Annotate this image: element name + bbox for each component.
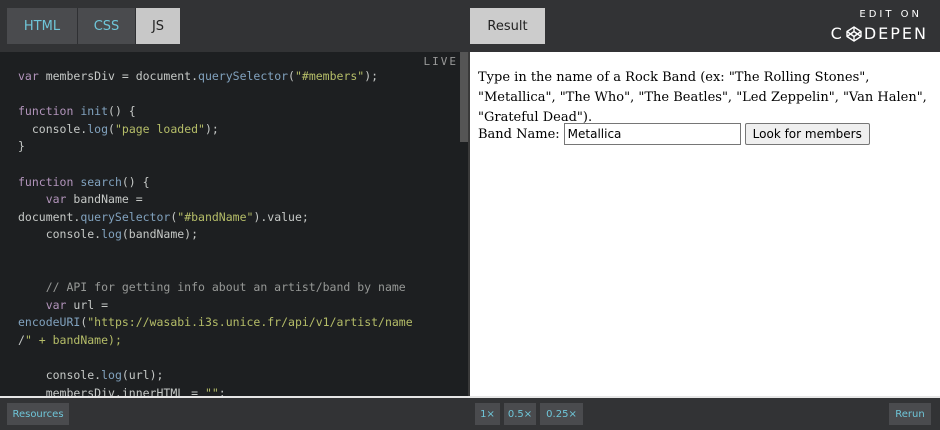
tab-result[interactable]: Result xyxy=(470,8,545,44)
bottom-bar: Resources 1× 0.5× 0.25× Rerun xyxy=(0,396,940,430)
zoom-0-5x-button[interactable]: 0.5× xyxy=(504,403,536,425)
tab-js[interactable]: JS xyxy=(136,8,180,44)
code-line[interactable]: ​ xyxy=(18,156,438,174)
code-line[interactable]: function search() { xyxy=(18,174,438,192)
code-line[interactable]: function init() { xyxy=(18,103,438,121)
code-line[interactable]: console.log(url); xyxy=(18,367,438,385)
result-pane: Type in the name of a Rock Band (ex: "Th… xyxy=(470,52,940,396)
band-name-input[interactable] xyxy=(563,123,741,145)
code-line[interactable]: } xyxy=(18,138,438,156)
codepen-logo-left: C xyxy=(830,24,844,43)
code-line[interactable]: console.log("page loaded"); xyxy=(18,121,438,139)
js-code-editor[interactable]: LIVE var membersDiv = document.querySele… xyxy=(0,52,468,396)
band-search-row: Band Name: Look for members xyxy=(478,123,870,145)
live-indicator: LIVE xyxy=(421,54,460,69)
code-line[interactable]: membersDiv.innerHTML = ""; xyxy=(18,385,438,396)
code-line[interactable]: encodeURI("https://wasabi.i3s.unice.fr/a… xyxy=(18,314,438,332)
code-line[interactable]: var url = xyxy=(18,297,438,315)
editor-scrollbar[interactable] xyxy=(460,52,468,142)
code-content[interactable]: var membersDiv = document.querySelector(… xyxy=(18,68,438,396)
code-line[interactable]: // API for getting info about an artist/… xyxy=(18,279,438,297)
tab-html[interactable]: HTML xyxy=(7,8,78,44)
code-line[interactable]: ​ xyxy=(18,350,438,368)
top-bar: HTML CSS JS Result EDIT ON C DEPEN xyxy=(0,0,940,52)
tab-css[interactable]: CSS xyxy=(78,8,136,44)
zoom-0-25x-button[interactable]: 0.25× xyxy=(540,403,583,425)
code-line[interactable]: ​ xyxy=(18,86,438,104)
code-line[interactable]: /" + bandName); xyxy=(18,332,438,350)
rerun-button[interactable]: Rerun xyxy=(889,403,931,425)
band-name-label: Band Name: xyxy=(478,126,560,142)
code-line[interactable]: var bandName = xyxy=(18,191,438,209)
zoom-1x-button[interactable]: 1× xyxy=(475,403,500,425)
code-line[interactable]: document.querySelector("#bandName").valu… xyxy=(18,209,438,227)
code-line[interactable]: console.log(bandName); xyxy=(18,226,438,244)
code-line[interactable]: var membersDiv = document.querySelector(… xyxy=(18,68,438,86)
codepen-logo-right: DEPEN xyxy=(863,24,928,43)
edit-on-codepen-link[interactable]: EDIT ON C DEPEN xyxy=(831,8,930,44)
editor-tabs: HTML CSS JS xyxy=(7,8,180,44)
edit-on-label: EDIT ON xyxy=(859,9,922,20)
instructions-text: Type in the name of a Rock Band (ex: "Th… xyxy=(478,70,927,125)
codepen-logo: C DEPEN xyxy=(831,24,928,43)
codepen-cube-icon xyxy=(846,25,862,42)
look-for-members-button[interactable]: Look for members xyxy=(744,123,870,145)
resources-button[interactable]: Resources xyxy=(7,403,69,425)
code-line[interactable]: ​ xyxy=(18,244,438,262)
code-line[interactable]: ​ xyxy=(18,262,438,280)
